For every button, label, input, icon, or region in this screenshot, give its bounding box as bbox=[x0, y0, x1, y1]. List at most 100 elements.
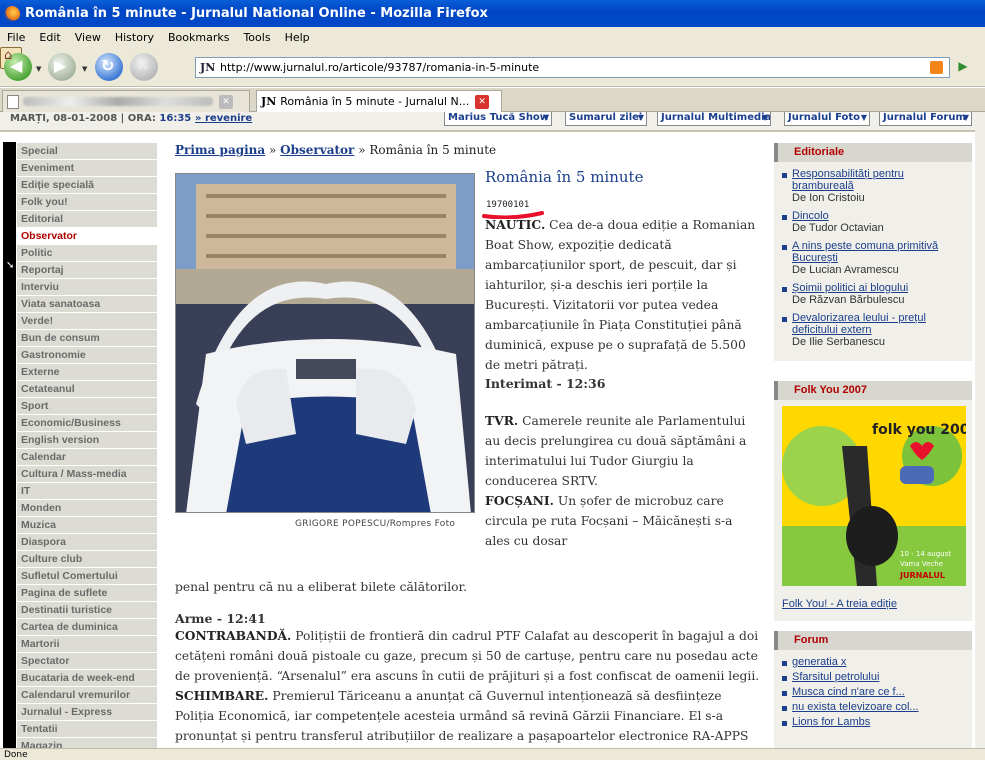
sidebar-item-3[interactable]: Folk you! bbox=[17, 194, 157, 211]
editoriale-list: Responsabilități pentru brambureală De Io… bbox=[774, 162, 972, 356]
select-jurnalul-forum[interactable]: Jurnalul Forum bbox=[879, 112, 972, 126]
sidebar-item-30[interactable]: Spectator bbox=[17, 653, 157, 670]
vertical-scrollbar[interactable] bbox=[975, 112, 985, 748]
breadcrumb: Prima pagina » Observator » România în 5… bbox=[175, 143, 496, 157]
forum-item: Sfarsitul petrolului bbox=[782, 671, 968, 683]
article-body-part-2: Interimat - 12:36 TVR. Camerele reunite … bbox=[485, 376, 760, 551]
sidebar-item-19[interactable]: Cultura / Mass-media bbox=[17, 466, 157, 483]
sidebar-item-15[interactable]: Sport bbox=[17, 398, 157, 415]
window-title: România în 5 minute - Jurnalul National … bbox=[25, 6, 488, 21]
sidebar-item-27[interactable]: Destinatii turistice bbox=[17, 602, 157, 619]
reload-button[interactable]: ↻ bbox=[95, 53, 123, 81]
stop-button[interactable]: ✕ bbox=[130, 53, 158, 81]
tab-2-active[interactable]: JN România în 5 minute - Jurnalul N... ✕ bbox=[256, 90, 502, 112]
sidebar-item-4[interactable]: Editorial bbox=[17, 211, 157, 228]
back-link[interactable]: » revenire bbox=[195, 113, 252, 124]
sidebar-item-6[interactable]: Politic bbox=[17, 245, 157, 262]
menu-edit[interactable]: Edit bbox=[32, 31, 67, 44]
text-nautic: Cea de-a doua ediție a Romanian Boat Sho… bbox=[485, 218, 756, 372]
select-sumarul-zilei[interactable]: Sumarul zilei bbox=[565, 112, 647, 126]
sidebar-item-1[interactable]: Eveniment bbox=[17, 160, 157, 177]
sidebar-item-18[interactable]: Calendar bbox=[17, 449, 157, 466]
forum-link[interactable]: generatia x bbox=[792, 656, 968, 668]
forum-panel: Forum generatia x Sfarsitul petrolului Mus… bbox=[774, 631, 972, 748]
forum-link[interactable]: nu exista televizoare col... bbox=[792, 701, 968, 713]
menu-help[interactable]: Help bbox=[278, 31, 317, 44]
menu-history[interactable]: History bbox=[108, 31, 161, 44]
breadcrumb-section-link[interactable]: Observator bbox=[280, 143, 354, 157]
breadcrumb-home-link[interactable]: Prima pagina bbox=[175, 143, 265, 157]
sidebar-item-23[interactable]: Diaspora bbox=[17, 534, 157, 551]
sidebar-item-22[interactable]: Muzica bbox=[17, 517, 157, 534]
sidebar-item-9[interactable]: Viata sanatoasa bbox=[17, 296, 157, 313]
folk-you-poster[interactable]: folk you 2007 10 - 14 august Vama Veche … bbox=[782, 406, 966, 586]
poster-place-text: Vama Veche bbox=[900, 560, 943, 568]
editorial-item: Devalorizarea leului - prețul deficitulu… bbox=[782, 312, 968, 348]
tab-2-close-icon[interactable]: ✕ bbox=[475, 94, 490, 109]
go-button[interactable]: ▶ bbox=[954, 59, 972, 77]
tab-bar: ✕ JN România în 5 minute - Jurnalul N...… bbox=[0, 88, 985, 112]
go-arrow-icon: ▶ bbox=[958, 59, 968, 73]
tab-1-close-icon[interactable]: ✕ bbox=[219, 94, 233, 109]
sidebar-item-14[interactable]: Cetateanul bbox=[17, 381, 157, 398]
menu-file[interactable]: File bbox=[0, 31, 32, 44]
sidebar-item-5[interactable]: Observator bbox=[17, 228, 157, 245]
section-heading-arme: Arme - 12:41 bbox=[175, 611, 266, 626]
paragraph-focsani: FOCȘANI. Un șofer de microbuz care circu… bbox=[485, 491, 760, 551]
sidebar-item-24[interactable]: Culture club bbox=[17, 551, 157, 568]
sidebar-item-32[interactable]: Calendarul vremurilor bbox=[17, 687, 157, 704]
forum-link[interactable]: Lions for Lambs bbox=[792, 716, 968, 728]
menu-tools[interactable]: Tools bbox=[236, 31, 277, 44]
forum-link[interactable]: Musca cind n'are ce f... bbox=[792, 686, 968, 698]
editorial-link[interactable]: A nins peste comuna primitivă București bbox=[792, 240, 968, 264]
sidebar-item-7[interactable]: Reportaj bbox=[17, 262, 157, 279]
sidebar-item-34[interactable]: Tentatii bbox=[17, 721, 157, 738]
select-jurnalul-multimedia[interactable]: Jurnalul Multimedia bbox=[657, 112, 771, 126]
rss-feed-icon[interactable] bbox=[930, 61, 943, 74]
sidebar-item-33[interactable]: Jurnalul - Express bbox=[17, 704, 157, 721]
editorial-link[interactable]: Șoimii politici ai blogului bbox=[792, 282, 968, 294]
menu-view[interactable]: View bbox=[68, 31, 108, 44]
forum-item: nu exista televizoare col... bbox=[782, 701, 968, 713]
sidebar-item-13[interactable]: Externe bbox=[17, 364, 157, 381]
sidebar-item-25[interactable]: Sufletul Comertului bbox=[17, 568, 157, 585]
sidebar-item-21[interactable]: Monden bbox=[17, 500, 157, 517]
select-marius-tuca-show[interactable]: Marius Tucă Show bbox=[444, 112, 552, 126]
text-tvr: Camerele reunite ale Parlamentului au de… bbox=[485, 414, 747, 488]
photo-credit: GRIGORE POPESCU/Rompres Foto bbox=[295, 519, 456, 529]
sidebar-item-16[interactable]: Economic/Business bbox=[17, 415, 157, 432]
sidebar-item-28[interactable]: Cartea de duminica bbox=[17, 619, 157, 636]
url-bar[interactable]: JN http://www.jurnalul.ro/articole/93787… bbox=[195, 57, 950, 78]
sidebar-item-20[interactable]: IT bbox=[17, 483, 157, 500]
sidebar-item-17[interactable]: English version bbox=[17, 432, 157, 449]
sidebar-item-2[interactable]: Ediție specială bbox=[17, 177, 157, 194]
editorial-link[interactable]: Devalorizarea leului - prețul deficitulu… bbox=[792, 312, 968, 336]
editorial-author: De Ilie Serbanescu bbox=[792, 336, 885, 348]
menu-bookmarks[interactable]: Bookmarks bbox=[161, 31, 236, 44]
editorial-link[interactable]: Dincolo bbox=[792, 210, 968, 222]
title-bar[interactable]: România în 5 minute - Jurnalul National … bbox=[0, 0, 985, 27]
sidebar-item-10[interactable]: Verde! bbox=[17, 313, 157, 330]
sidebar-item-12[interactable]: Gastronomie bbox=[17, 347, 157, 364]
forward-button[interactable]: ▶ bbox=[48, 53, 76, 81]
section-heading-interimat: Interimat - 12:36 bbox=[485, 376, 606, 391]
sidebar-item-35[interactable]: Magazin bbox=[17, 738, 157, 748]
lead-tvr: TVR. bbox=[485, 413, 519, 428]
date-time: MARȚI, 08-01-2008 | ORA: 16:35 bbox=[10, 113, 192, 124]
sidebar-item-0[interactable]: Special bbox=[17, 143, 157, 160]
select-jurnalul-foto[interactable]: Jurnalul Foto bbox=[784, 112, 870, 126]
sidebar-item-31[interactable]: Bucataria de week-end bbox=[17, 670, 157, 687]
sidebar-item-8[interactable]: Interviu bbox=[17, 279, 157, 296]
back-history-dropdown-icon[interactable]: ▼ bbox=[36, 65, 41, 73]
url-text[interactable]: http://www.jurnalul.ro/articole/93787/ro… bbox=[220, 61, 539, 74]
breadcrumb-separator: » bbox=[358, 143, 366, 157]
forward-history-dropdown-icon[interactable]: ▼ bbox=[82, 65, 87, 73]
editorial-link[interactable]: Responsabilități pentru brambureală bbox=[792, 168, 968, 192]
tab-1[interactable]: ✕ bbox=[2, 90, 250, 112]
article-photo-boat bbox=[175, 173, 475, 513]
sidebar-item-11[interactable]: Bun de consum bbox=[17, 330, 157, 347]
sidebar-item-26[interactable]: Pagina de suflete bbox=[17, 585, 157, 602]
sidebar-item-29[interactable]: Martorii bbox=[17, 636, 157, 653]
folk-you-link[interactable]: Folk You! - A treia ediție bbox=[782, 598, 897, 610]
forum-link[interactable]: Sfarsitul petrolului bbox=[792, 671, 968, 683]
